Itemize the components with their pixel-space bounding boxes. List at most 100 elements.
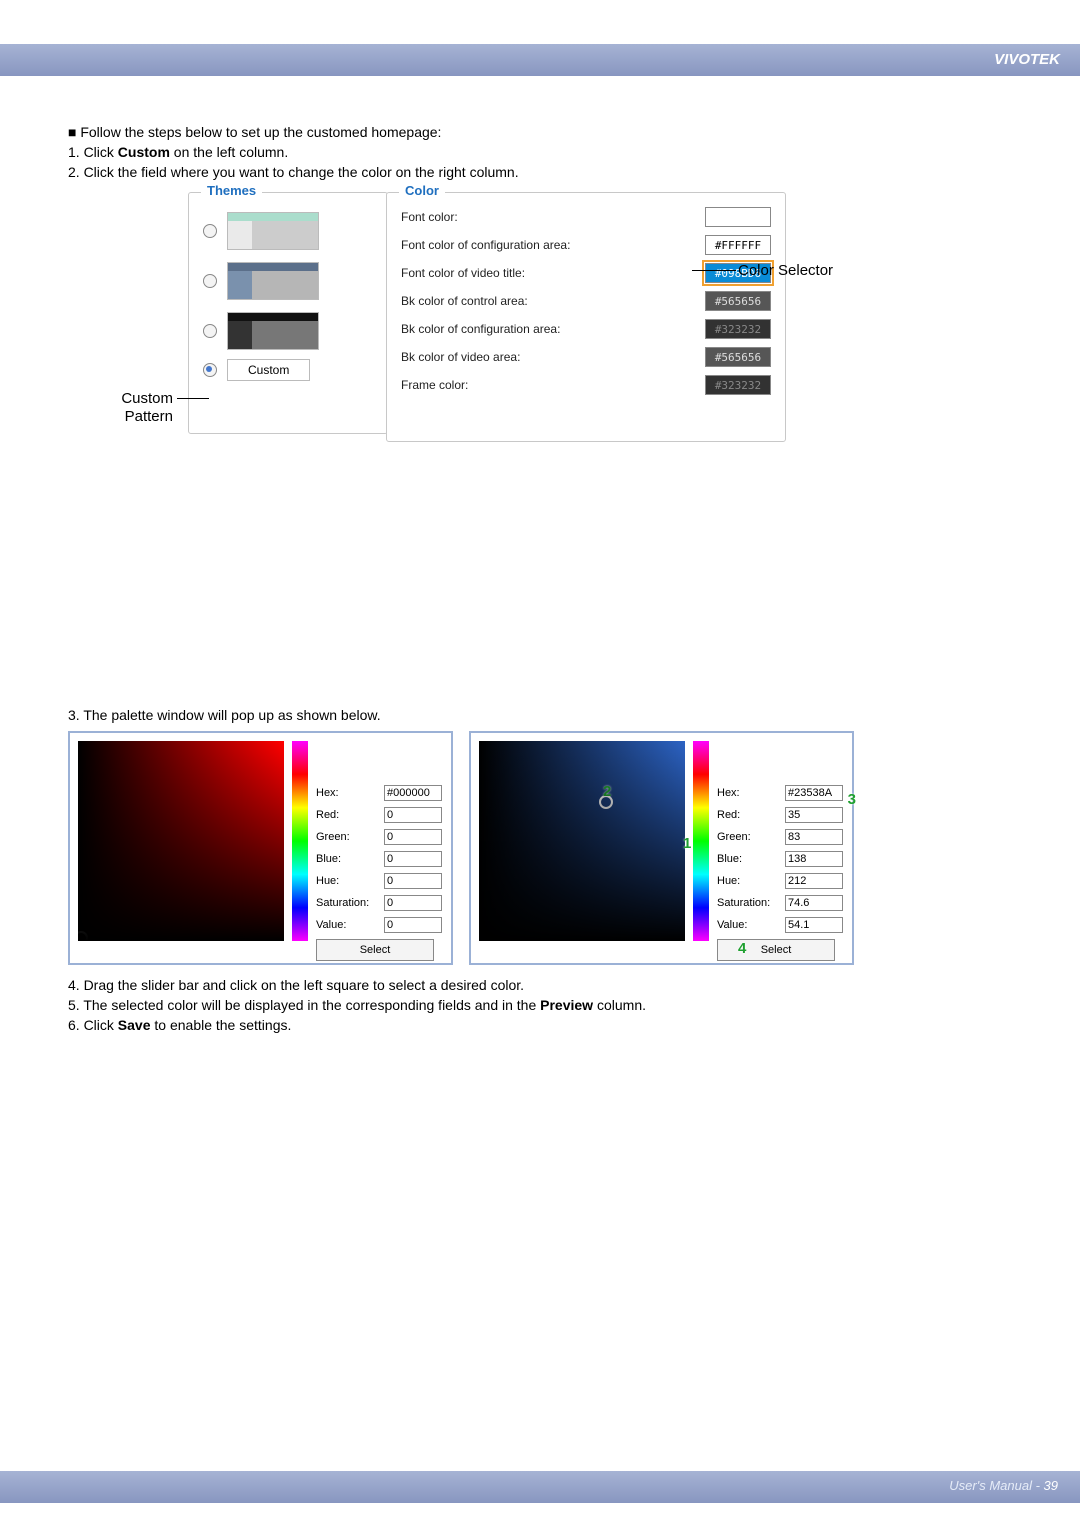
val-input[interactable] [785, 917, 843, 933]
hue-slider[interactable]: 1 [693, 741, 709, 941]
page: VIVOTEK ■ Follow the steps below to set … [0, 0, 1080, 1527]
val-input[interactable] [384, 917, 442, 933]
hue-slider[interactable] [292, 741, 308, 941]
color-row: Bk color of control area: #565656 [401, 287, 771, 315]
color-swatch[interactable]: #FFFFFF [705, 235, 771, 255]
green-input[interactable] [384, 829, 442, 845]
marker-3: 3 [848, 791, 856, 808]
red-label: Red: [316, 809, 378, 821]
step-6: 6. Click Save to enable the settings. [68, 1015, 1013, 1035]
color-swatch[interactable] [705, 207, 771, 227]
intro-1-bold: Custom [118, 144, 170, 160]
hex-input[interactable] [785, 785, 843, 801]
hex-label: Hex: [717, 787, 779, 799]
radio-icon[interactable] [203, 274, 217, 288]
intro-line-0: ■ Follow the steps below to set up the c… [68, 122, 1013, 142]
theme-option-1[interactable] [203, 209, 373, 253]
green-label: Green: [316, 831, 378, 843]
annot-c2: Pattern [125, 408, 173, 425]
select-label: Select [761, 944, 792, 956]
color-swatch[interactable]: #323232 [705, 319, 771, 339]
color-row-label: Font color: [401, 210, 458, 224]
color-swatch[interactable]: #565656 [705, 291, 771, 311]
color-row-label: Bk color of video area: [401, 350, 520, 364]
red-input[interactable] [785, 807, 843, 823]
s6b: to enable the settings. [151, 1017, 292, 1033]
hue-label: Hue: [717, 875, 779, 887]
color-row-label: Bk color of configuration area: [401, 322, 560, 336]
select-button[interactable]: Select [316, 939, 434, 961]
theme-option-custom[interactable]: Custom [203, 359, 373, 381]
annot-color-selector: Color Selector [738, 262, 833, 279]
footer-text: User's Manual - 39 [949, 1478, 1058, 1493]
themes-title: Themes [201, 183, 262, 198]
color-cursor-icon[interactable] [599, 795, 613, 809]
sat-label: Saturation: [717, 897, 779, 909]
theme-option-3[interactable] [203, 309, 373, 353]
blue-label: Blue: [316, 853, 378, 865]
radio-icon[interactable] [203, 363, 217, 377]
select-button[interactable]: 4 Select [717, 939, 835, 961]
s6bold: Save [118, 1017, 151, 1033]
marker-1: 1 [683, 835, 691, 852]
palette-gradient[interactable]: 2 [479, 741, 685, 941]
s5bold: Preview [540, 997, 593, 1013]
blue-input[interactable] [785, 851, 843, 867]
palette-fields: Hex: Red: Green: Blue: Hue: Saturation: … [308, 733, 451, 963]
color-title: Color [399, 183, 445, 198]
themes-box: Themes [188, 192, 388, 434]
s5a: 5. The selected color will be displayed … [68, 997, 540, 1013]
green-input[interactable] [785, 829, 843, 845]
theme-thumb-3 [227, 312, 319, 350]
color-row: Font color: [401, 203, 771, 231]
color-row: Frame color: #323232 [401, 371, 771, 399]
green-label: Green: [717, 831, 779, 843]
theme-option-2[interactable] [203, 259, 373, 303]
hue-input[interactable] [384, 873, 442, 889]
radio-icon[interactable] [203, 324, 217, 338]
steps-after: 4. Drag the slider bar and click on the … [68, 975, 1013, 1035]
intro-line-2: 2. Click the field where you want to cha… [68, 162, 1013, 182]
val-label: Value: [717, 919, 779, 931]
intro-block: ■ Follow the steps below to set up the c… [68, 122, 1013, 182]
marker-2: 2 [603, 783, 611, 800]
sat-input[interactable] [384, 895, 442, 911]
color-swatch[interactable]: #565656 [705, 347, 771, 367]
hue-input[interactable] [785, 873, 843, 889]
color-row-label: Font color of video title: [401, 266, 525, 280]
intro-line-1: 1. Click Custom on the left column. [68, 142, 1013, 162]
val-label: Value: [316, 919, 378, 931]
blue-input[interactable] [384, 851, 442, 867]
color-row: Font color of video title:#098BD6 [401, 259, 771, 287]
theme-thumb-1 [227, 212, 319, 250]
intro-1b: on the left column. [170, 144, 288, 160]
color-swatch[interactable]: #323232 [705, 375, 771, 395]
palette-gradient[interactable] [78, 741, 284, 941]
color-cursor-icon[interactable] [74, 931, 88, 945]
theme-thumb-2 [227, 262, 319, 300]
color-row: Font color of configuration area:#FFFFFF [401, 231, 771, 259]
color-row-label: Bk color of control area: [401, 294, 528, 308]
s5b: column. [593, 997, 646, 1013]
blue-label: Blue: [717, 853, 779, 865]
step-5: 5. The selected color will be displayed … [68, 995, 1013, 1015]
sat-input[interactable] [785, 895, 843, 911]
palette-fields: Hex: Red: Green: Blue: Hue: Saturation: … [709, 733, 852, 963]
palette-1: Hex: Red: Green: Blue: Hue: Saturation: … [68, 731, 453, 965]
annot-custom-pattern: Custom Pattern [73, 390, 173, 426]
sat-label: Saturation: [316, 897, 378, 909]
marker-4: 4 [738, 940, 746, 957]
color-box: Color Font color:Font color of configura… [386, 192, 786, 442]
hex-input[interactable] [384, 785, 442, 801]
color-rows: Font color: Font color of configuration a… [401, 203, 771, 399]
color-row: Bk color of configuration area: #323232 [401, 315, 771, 343]
color-row-label: Frame color: [401, 378, 468, 392]
radio-icon[interactable] [203, 224, 217, 238]
brand-label: VIVOTEK [994, 51, 1060, 68]
select-label: Select [360, 944, 391, 956]
hue-label: Hue: [316, 875, 378, 887]
s6a: 6. Click [68, 1017, 118, 1033]
footer-band: User's Manual - 39 [0, 1471, 1080, 1503]
red-input[interactable] [384, 807, 442, 823]
hex-label: Hex: [316, 787, 378, 799]
